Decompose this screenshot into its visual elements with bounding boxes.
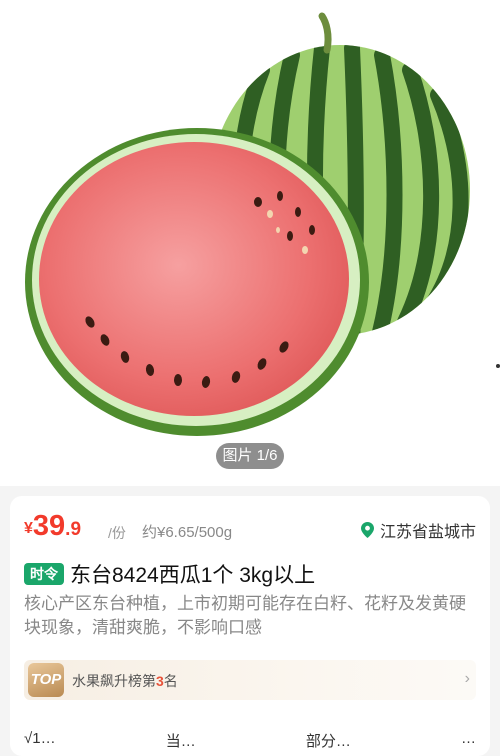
feature-tag: 当… <box>165 733 196 750</box>
product-image-gallery[interactable]: 图片 1/6 <box>0 0 500 486</box>
price-row: ¥39.9 /份 约¥6.65/500g 江苏省盐城市 <box>24 510 476 544</box>
location-text: 江苏省盐城市 <box>379 524 476 541</box>
ranking-text-before: 水果飙升榜第 <box>72 673 156 689</box>
location[interactable]: 江苏省盐城市 <box>360 518 476 542</box>
watermelon-image <box>25 12 500 436</box>
product-description: 核心产区东台种植，上市初期可能存在白籽、花籽及发黄硬块现象，清甜爽脆，不影响口感 <box>24 594 466 637</box>
approx-price: 约¥6.65/500g <box>142 524 233 541</box>
title-row: 时令 东台8424西瓜1个 3kg以上 <box>24 560 480 588</box>
feature-tag: … <box>460 730 476 747</box>
location-pin-icon <box>360 522 374 538</box>
price-decimal: .9 <box>65 519 82 540</box>
feature-tag: 部分… <box>305 733 351 750</box>
currency-symbol: ¥ <box>24 520 33 537</box>
image-counter: 图片 1/6 <box>216 443 284 469</box>
price-integer: 39 <box>32 510 66 542</box>
feature-tag: √1… <box>24 730 56 747</box>
ranking-number: 3 <box>156 673 164 689</box>
seasonal-badge: 时令 <box>24 563 64 585</box>
ranking-text: 水果飙升榜第3名 <box>72 671 178 691</box>
ranking-bar[interactable]: TOP 水果飙升榜第3名 › <box>24 660 476 700</box>
feature-tags: √1… 当… 部分… … <box>24 730 476 756</box>
price: ¥39.9 <box>24 510 81 543</box>
chevron-right-icon: › <box>464 670 470 687</box>
price-unit: /份 <box>108 525 126 541</box>
ranking-text-after: 名 <box>163 673 178 689</box>
product-title: 东台8424西瓜1个 3kg以上 <box>70 564 316 587</box>
product-info-card: ¥39.9 /份 约¥6.65/500g 江苏省盐城市 时令 东台8424西瓜1… <box>10 496 490 756</box>
top-badge-icon: TOP <box>28 663 64 697</box>
